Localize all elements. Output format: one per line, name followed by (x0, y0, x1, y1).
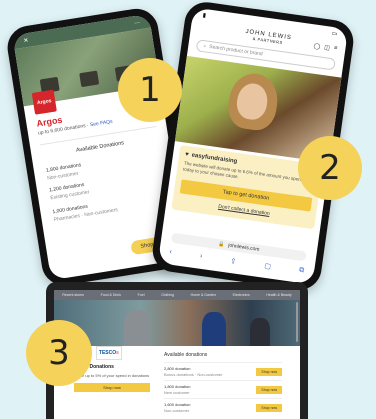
row-text: 1,800 donation New customer (164, 384, 190, 395)
signal-icon: ▮ (202, 12, 207, 19)
table-row: 2,800 donation Bonus donations · Non-cus… (164, 362, 282, 380)
bookmarks-icon[interactable]: ▢ (264, 262, 272, 271)
store-subtitle: Raise up to 5% of your spend in donation… (74, 373, 150, 378)
heart-icon: ♥ (184, 151, 190, 159)
forward-icon[interactable]: › (199, 253, 202, 261)
chair-shape (79, 70, 100, 88)
person-shape (250, 318, 270, 346)
row-text: 2,800 donation Bonus donations · Non-cus… (164, 366, 222, 377)
step-badge-1: 1 (118, 58, 182, 122)
tesco-logo: TESCO ≡ (96, 346, 122, 360)
nav-item[interactable]: Clothing (161, 293, 174, 297)
row-shop-button[interactable]: Shop now (256, 403, 282, 412)
lock-icon: 🔒 (217, 241, 225, 248)
list-item: 1,800 donations Non-customer (46, 162, 83, 181)
person-shape (124, 310, 150, 346)
argos-logo: Argos (31, 89, 57, 115)
account-icon[interactable]: ◯ (313, 42, 321, 50)
table-row: 1,800 donation New customer Shop now (164, 380, 282, 398)
scrollbar[interactable] (296, 302, 298, 342)
nav-item[interactable]: Fuel (138, 293, 145, 297)
basket-icon[interactable]: ◫ (324, 44, 331, 52)
row-meta: Non-customer (164, 407, 190, 413)
search-icon: ⌕ (202, 43, 207, 50)
url-text: johnlewis.com (227, 242, 260, 253)
row-text: 1,600 donation Non-customer (164, 402, 190, 413)
nav-item[interactable]: Food & Drink (101, 293, 121, 297)
share-icon[interactable]: ⇪ (230, 257, 237, 266)
row-meta: New customer (164, 389, 190, 395)
battery-icon: ▭ (331, 30, 338, 38)
nav-item[interactable]: Home & Garden (191, 293, 216, 297)
logo-stripe: ≡ (116, 350, 120, 356)
hero-image (54, 300, 300, 346)
donations-title: Available donations (164, 352, 208, 358)
row-shop-button[interactable]: Shop now (256, 385, 282, 394)
row-label: 1,800 donation (164, 384, 191, 390)
row-shop-button[interactable]: Shop now (256, 367, 282, 376)
nav-item[interactable]: Electronics (233, 293, 250, 297)
nav-item[interactable]: Health & Beauty (266, 293, 291, 297)
person-shape (202, 312, 226, 346)
list-item: 1,200 donations Existing customer (49, 181, 90, 201)
faq-link[interactable]: See FAQs (90, 119, 113, 128)
step-badge-2: 2 (298, 136, 362, 200)
back-icon[interactable]: ‹ (169, 248, 172, 256)
search-placeholder: Search product or brand (208, 43, 263, 58)
site-nav: Recent stores Food & Drink Fuel Clothing… (54, 290, 300, 300)
shop-now-button[interactable]: Shop now (74, 382, 150, 392)
menu-icon[interactable]: ⋯ (133, 19, 141, 27)
tabs-icon[interactable]: ⧉ (299, 267, 305, 276)
nav-item[interactable]: Recent stores (62, 293, 84, 297)
step-badge-3: 3 (26, 320, 92, 386)
list-item: 1,000 donations Pharmacies · Non-custome… (52, 199, 118, 223)
logo-text: TESCO (98, 350, 117, 356)
row-meta: Bonus donations · Non-customer (164, 371, 223, 377)
table-row: 1,600 donation Non-customer Shop now (164, 398, 282, 416)
close-icon[interactable]: ✕ (23, 36, 29, 44)
composite-illustration: ✕ ⋯ Argos Argos up to 6,600 donations · … (0, 0, 376, 419)
donations-list: Available donations 2,800 donation Bonus… (164, 352, 282, 417)
